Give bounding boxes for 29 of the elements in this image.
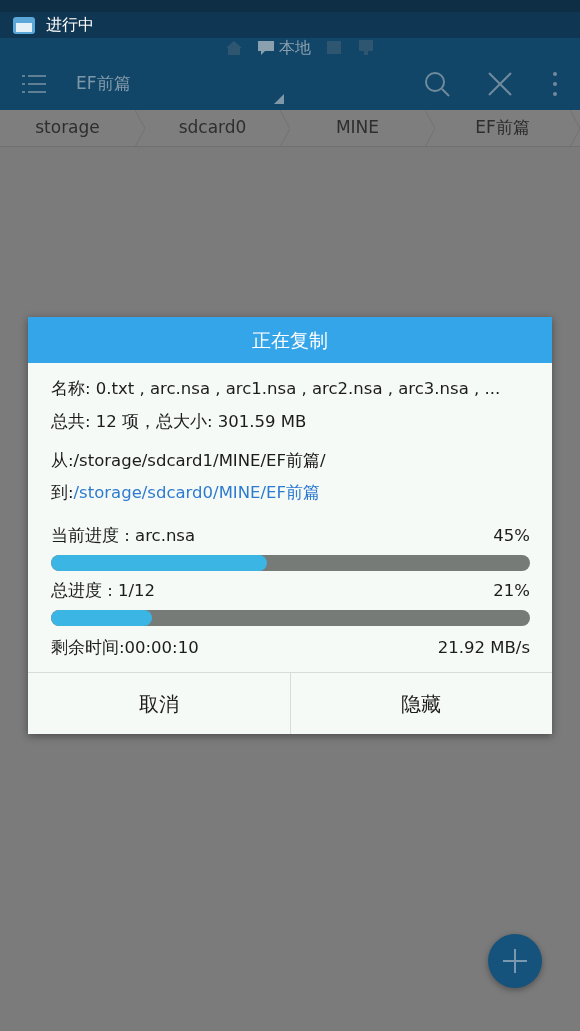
breadcrumb-item[interactable]: sdcard0 xyxy=(145,115,280,141)
cancel-button[interactable]: 取消 xyxy=(28,673,290,735)
location-tab[interactable]: 本地 xyxy=(257,36,311,60)
progress-label: 当前进度 : arc.nsa xyxy=(51,525,196,547)
notification-text: 进行中 xyxy=(46,14,94,36)
close-icon[interactable] xyxy=(488,72,512,96)
breadcrumb-item[interactable]: EF前篇 xyxy=(435,115,570,141)
remaining-time: 剩余时间:00:00:10 xyxy=(51,636,199,659)
destination-label: 到: xyxy=(51,483,74,503)
search-icon[interactable] xyxy=(424,71,450,97)
transfer-speed: 21.92 MB/s xyxy=(437,636,530,659)
dropdown-icon[interactable] xyxy=(274,94,284,104)
destination-link[interactable]: /storage/sdcard0/MINE/EF前篇 xyxy=(73,483,320,503)
progress-label: 总进度 : 1/12 xyxy=(51,579,156,602)
breadcrumb-item[interactable]: MINE xyxy=(290,115,425,141)
source-path: 从:/storage/sdcard1/MINE/EF前篇/ xyxy=(51,449,327,472)
dialog-title: 正在复制 xyxy=(28,317,552,363)
more-icon[interactable] xyxy=(552,71,558,97)
folder-title[interactable]: EF前篇 xyxy=(76,71,256,97)
file-names: 名称: 0.txt , arc.nsa , arc1.nsa , arc2.nsa , arc3.nsa , ... xyxy=(51,378,502,400)
plus-icon xyxy=(503,949,527,973)
breadcrumb-item[interactable]: storage xyxy=(0,115,135,141)
total-summary: 总共: 12 项，总大小: 301.59 MB xyxy=(51,410,308,433)
app-icon xyxy=(12,15,36,35)
add-button[interactable] xyxy=(488,934,542,988)
hide-button[interactable]: 隐藏 xyxy=(289,673,552,735)
progress-percent: 21% xyxy=(493,579,530,602)
progress-percent: 45% xyxy=(493,525,530,547)
menu-icon[interactable] xyxy=(22,74,46,94)
